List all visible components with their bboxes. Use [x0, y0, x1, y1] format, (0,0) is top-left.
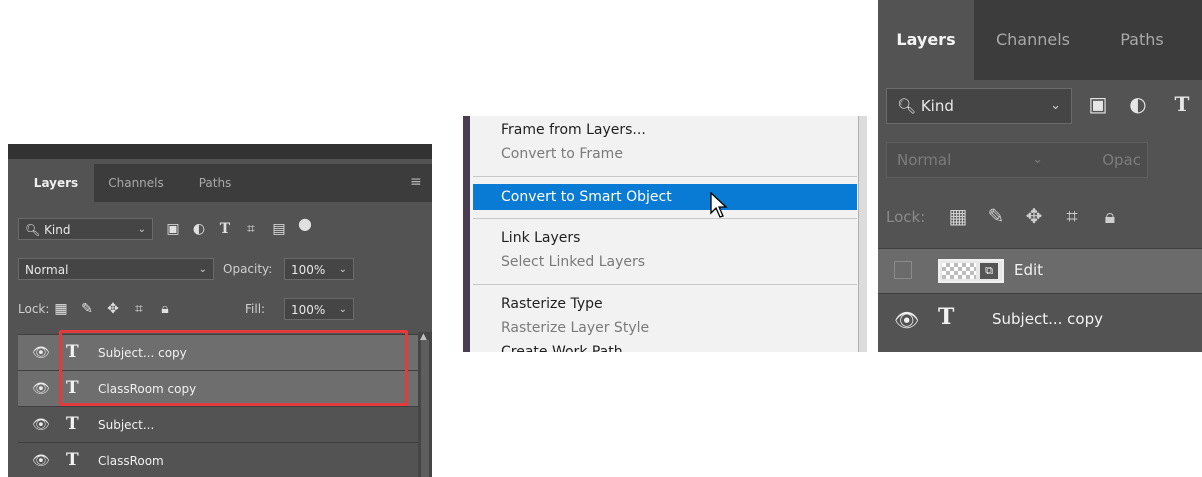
chevron-down-icon: ⌄ — [137, 224, 146, 235]
filter-toggle-icon[interactable]: ● — [296, 216, 314, 232]
fill-field[interactable]: 100% ⌄ — [284, 298, 354, 320]
panel-tabs: Layers Channels Paths — [878, 0, 1202, 80]
search-icon: 🔍︎ — [897, 97, 917, 115]
opacity-field[interactable]: 100% ⌄ — [284, 258, 354, 280]
fill-label: Fill: — [245, 302, 266, 316]
layers-panel-after: Layers Channels Paths 🔍︎ Kind ⌄ ▣ ◐ T No… — [878, 0, 1202, 352]
lock-all-icon[interactable]: 🔒︎ — [1096, 204, 1124, 228]
layer-name: ClassRoom — [98, 454, 164, 468]
layer-row[interactable]: 👁︎ T Subject... — [18, 406, 418, 443]
adjustment-filter-icon[interactable]: ◐ — [190, 221, 208, 237]
eye-icon[interactable]: 👁︎ — [32, 453, 50, 469]
smart-object-icon: ⧉ — [980, 263, 998, 279]
menu-item-create-work-path[interactable]: Create Work Path — [501, 342, 623, 352]
selected-layers-highlight-box — [59, 330, 408, 406]
blend-mode-dropdown[interactable]: Normal ⌄ Opac — [886, 142, 1148, 178]
layer-thumbnail — [942, 263, 976, 279]
image-filter-icon[interactable]: ▣ — [164, 221, 182, 237]
tab-channels[interactable]: Channels — [974, 0, 1092, 80]
opacity-label: Opac — [1102, 151, 1141, 169]
blend-mode-value: Normal — [25, 263, 69, 277]
layer-name: Subject... — [98, 418, 155, 432]
menu-item-select-linked-layers: Select Linked Layers — [501, 254, 646, 270]
eye-icon[interactable]: 👁︎ — [32, 417, 50, 433]
lock-position-icon[interactable]: ✥ — [1020, 204, 1048, 228]
panel-tabs: Layers Channels Paths ≡ — [18, 164, 432, 202]
adjustment-filter-icon[interactable]: ◐ — [1124, 92, 1152, 116]
menu-item-convert-to-frame: Convert to Frame — [501, 146, 623, 162]
type-layer-icon: T — [66, 414, 79, 434]
menu-item-convert-to-smart-object[interactable]: Convert to Smart Object — [473, 184, 857, 210]
type-filter-icon[interactable]: T — [1168, 92, 1196, 116]
menu-item-rasterize-layer-style: Rasterize Layer Style — [501, 320, 650, 336]
panel-title-bar — [8, 144, 432, 159]
filter-kind-label: Kind — [920, 97, 954, 115]
layer-name: Edit — [1014, 261, 1044, 279]
menu-item-frame-from-layers[interactable]: Frame from Layers... — [501, 120, 646, 140]
filter-kind-dropdown[interactable]: 🔍︎ Kind ⌄ — [18, 218, 153, 240]
image-filter-icon[interactable]: ▣ — [1084, 92, 1112, 116]
lock-artboard-icon[interactable]: ⌗ — [1058, 204, 1086, 228]
opacity-label: Opacity: — [223, 262, 273, 276]
chevron-down-icon: ⌄ — [1032, 152, 1043, 167]
scrollbar-thumb[interactable] — [421, 340, 429, 477]
layer-row[interactable]: ⧉ Edit — [878, 248, 1202, 293]
smart-object-filter-icon[interactable]: ▤ — [270, 221, 288, 237]
type-filter-icon[interactable]: T — [216, 221, 234, 237]
shape-filter-icon[interactable]: ⌗ — [242, 221, 260, 237]
menu-separator — [473, 218, 857, 219]
menu-separator — [473, 284, 857, 285]
type-layer-icon: T — [938, 304, 955, 330]
menu-separator — [473, 176, 857, 177]
filter-kind-label: Kind — [44, 223, 71, 237]
eye-icon[interactable]: 👁︎ — [894, 308, 919, 332]
lock-artboard-icon[interactable]: ⌗ — [130, 301, 148, 317]
eye-icon[interactable]: 👁︎ — [32, 345, 50, 361]
tab-paths[interactable]: Paths — [1092, 0, 1192, 80]
layer-row[interactable]: 👁︎ T Subject... copy — [878, 293, 1202, 352]
chevron-down-icon: ⌄ — [338, 304, 347, 315]
layer-context-menu: Frame from Layers... Convert to Frame Co… — [463, 116, 867, 352]
type-layer-icon: T — [66, 450, 79, 470]
chevron-down-icon: ⌄ — [1050, 98, 1061, 113]
tab-layers[interactable]: Layers — [878, 0, 974, 80]
layer-name: Subject... copy — [992, 310, 1103, 328]
smart-object-thumbnail: ⧉ — [938, 259, 1004, 283]
eye-icon[interactable]: 👁︎ — [32, 381, 50, 397]
layers-scrollbar[interactable]: ▲ — [418, 332, 432, 477]
lock-image-pixels-icon[interactable]: ✎ — [78, 301, 96, 317]
tab-layers[interactable]: Layers — [18, 164, 94, 202]
lock-position-icon[interactable]: ✥ — [104, 301, 122, 317]
menu-item-rasterize-type[interactable]: Rasterize Type — [501, 294, 603, 314]
blend-mode-dropdown[interactable]: Normal ⌄ — [18, 258, 214, 280]
layers-panel-before: Layers Channels Paths ≡ 🔍︎ Kind ⌄ ▣ ◐ T … — [8, 144, 432, 477]
menu-item-link-layers[interactable]: Link Layers — [501, 228, 580, 248]
visibility-toggle-empty[interactable] — [894, 261, 912, 279]
fill-value: 100% — [291, 303, 326, 317]
lock-image-pixels-icon[interactable]: ✎ — [982, 204, 1010, 228]
panel-menu-icon[interactable]: ≡ — [410, 175, 424, 189]
lock-all-icon[interactable]: 🔒︎ — [156, 301, 174, 317]
chevron-down-icon: ⌄ — [198, 264, 207, 275]
tab-channels[interactable]: Channels — [94, 164, 178, 202]
lock-transparent-pixels-icon[interactable]: ▦ — [944, 204, 972, 228]
lock-label: Lock: — [886, 208, 926, 226]
blend-mode-value: Normal — [897, 151, 952, 169]
layer-row[interactable]: 👁︎ T ClassRoom — [18, 442, 418, 477]
canvas-edge — [463, 116, 470, 352]
menu-scrollbar — [858, 116, 867, 352]
mouse-pointer-icon — [710, 192, 728, 218]
search-icon: 🔍︎ — [25, 223, 41, 237]
menu-item-label: Convert to Smart Object — [501, 189, 672, 205]
tab-paths[interactable]: Paths — [178, 164, 252, 202]
opacity-value: 100% — [291, 263, 326, 277]
chevron-down-icon: ⌄ — [338, 264, 347, 275]
filter-kind-dropdown[interactable]: 🔍︎ Kind ⌄ — [886, 88, 1072, 124]
lock-label: Lock: — [18, 302, 50, 316]
lock-transparent-pixels-icon[interactable]: ▦ — [52, 301, 70, 317]
